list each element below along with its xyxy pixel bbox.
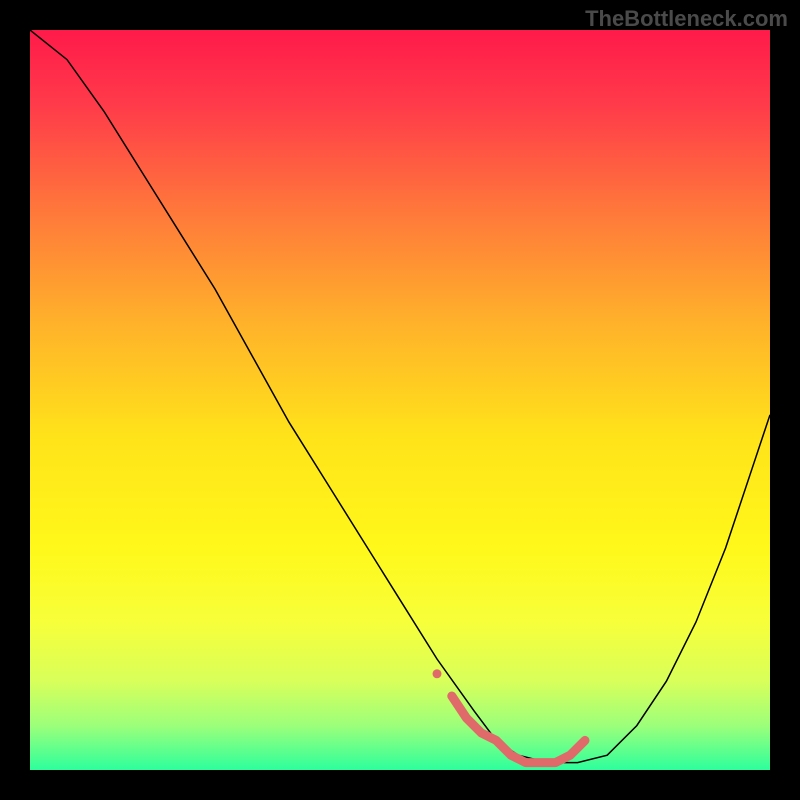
watermark-text: TheBottleneck.com	[585, 6, 788, 32]
plot-area	[30, 30, 770, 770]
series-highlight-dot-point	[433, 669, 442, 678]
chart-svg	[30, 30, 770, 770]
chart-container: TheBottleneck.com	[0, 0, 800, 800]
gradient-background	[30, 30, 770, 770]
